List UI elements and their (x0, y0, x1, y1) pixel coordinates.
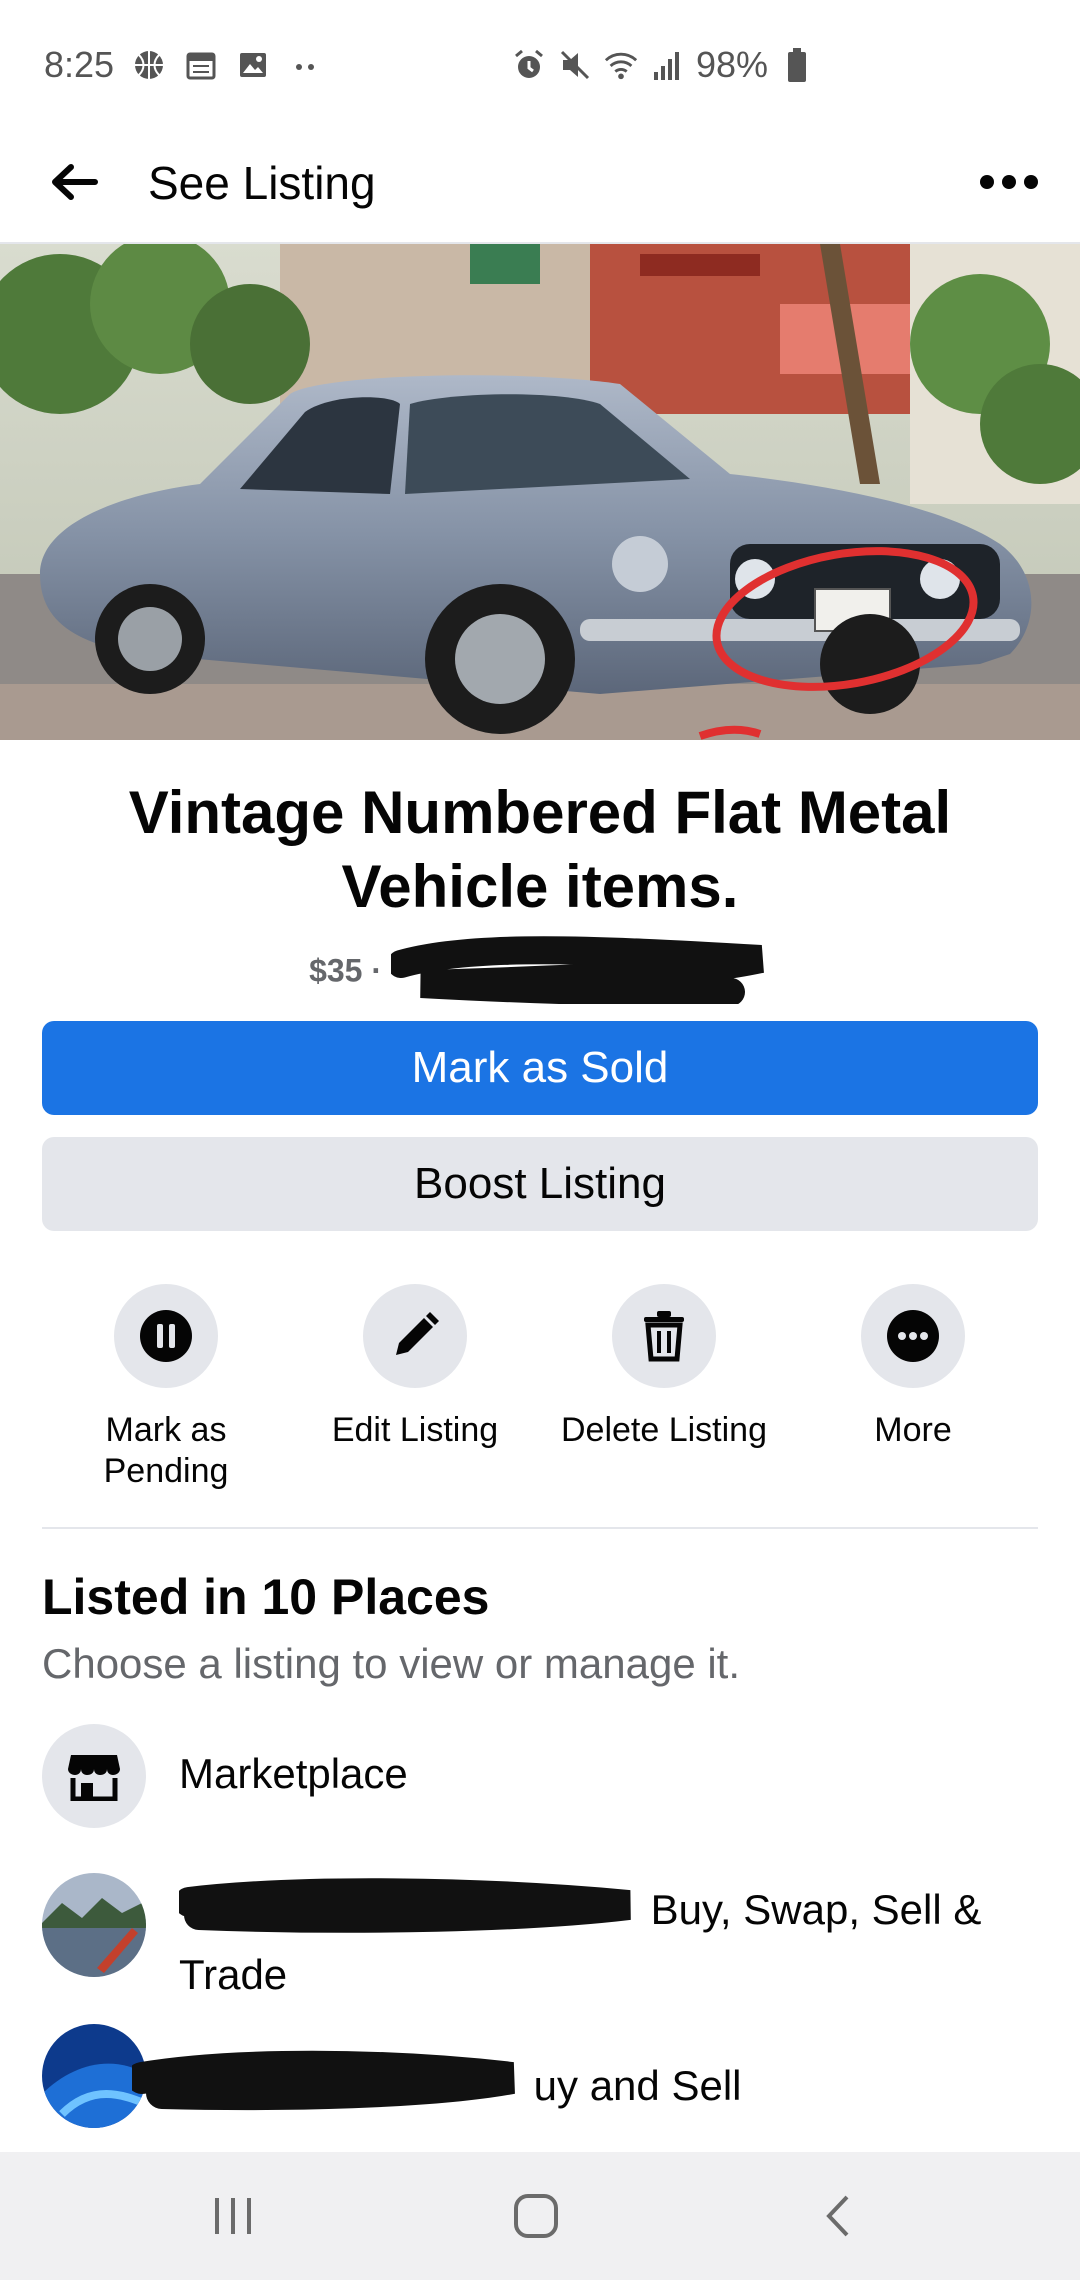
action-label: More (874, 1411, 952, 1449)
image-icon (236, 48, 270, 82)
more-notifications-icon (288, 48, 322, 82)
place-label: Marketplace (179, 1750, 408, 1797)
status-time: 8:25 (44, 44, 115, 85)
boost-listing-button[interactable]: Boost Listing (42, 1137, 1038, 1231)
places-section-subtitle: Choose a listing to view or manage it. (42, 1640, 741, 1687)
group-avatar (42, 2024, 146, 2128)
pause-icon (114, 1284, 218, 1388)
back-nav-icon[interactable] (808, 2186, 868, 2246)
section-divider (42, 1527, 1038, 1529)
more-options-icon[interactable] (974, 152, 1044, 212)
listing-price: $35 · (309, 952, 383, 989)
redaction-mark (174, 1877, 639, 1949)
action-label: Edit Listing (331, 1411, 499, 1449)
place-item-marketplace[interactable]: Marketplace (42, 1724, 1042, 1828)
redaction-mark (126, 2048, 522, 2130)
basketball-icon (132, 48, 166, 82)
redaction-mark (386, 934, 771, 1012)
group-avatar (42, 1873, 146, 1977)
listing-photo[interactable] (0, 244, 1080, 740)
marketplace-store-icon (42, 1724, 146, 1828)
more-action[interactable]: More (803, 1284, 1023, 1451)
battery-percent: 98% (696, 44, 769, 85)
pencil-icon (363, 1284, 467, 1388)
place-label-wrap: uy and Sell (126, 2048, 1012, 2130)
page-title: See Listing (148, 157, 376, 209)
edit-listing-action[interactable]: Edit Listing (305, 1284, 525, 1451)
recent-apps-icon[interactable] (203, 2186, 263, 2246)
action-label: Delete Listing (560, 1411, 767, 1449)
app-bar: See Listing (0, 130, 1080, 244)
action-label: Mark as Pending (103, 1411, 229, 1490)
battery-icon (780, 48, 814, 82)
wifi-icon (604, 48, 638, 82)
listing-title: Vintage Numbered Flat Metal Vehicle item… (128, 779, 952, 920)
listing-actions: Mark as Pending Edit Listing Delete List… (0, 1284, 1080, 1504)
more-dots-icon (861, 1284, 965, 1388)
system-nav-bar (0, 2152, 1080, 2280)
places-section-title: Listed in 10 Places (42, 1569, 490, 1625)
home-icon[interactable] (506, 2186, 566, 2246)
delete-listing-action[interactable]: Delete Listing (554, 1284, 774, 1451)
place-label: uy and Sell (533, 2062, 742, 2110)
status-bar: 8:25 98% (0, 0, 1080, 130)
mark-as-pending-action[interactable]: Mark as Pending (56, 1284, 276, 1492)
back-arrow-icon[interactable] (44, 152, 104, 212)
alarm-icon (512, 48, 546, 82)
place-label-wrap: Buy, Swap, Sell & Trade (174, 1877, 1039, 2001)
mark-as-sold-button[interactable]: Mark as Sold (42, 1021, 1038, 1115)
mute-icon (558, 48, 592, 82)
signal-icon (650, 48, 684, 82)
place-item-group-2[interactable]: uy and Sell (42, 2024, 1042, 2130)
calendar-icon (184, 48, 218, 82)
listing-price-line: $35 · (0, 934, 1080, 1012)
trash-icon (612, 1284, 716, 1388)
place-item-group[interactable]: Buy, Swap, Sell & Trade (42, 1873, 1042, 1998)
